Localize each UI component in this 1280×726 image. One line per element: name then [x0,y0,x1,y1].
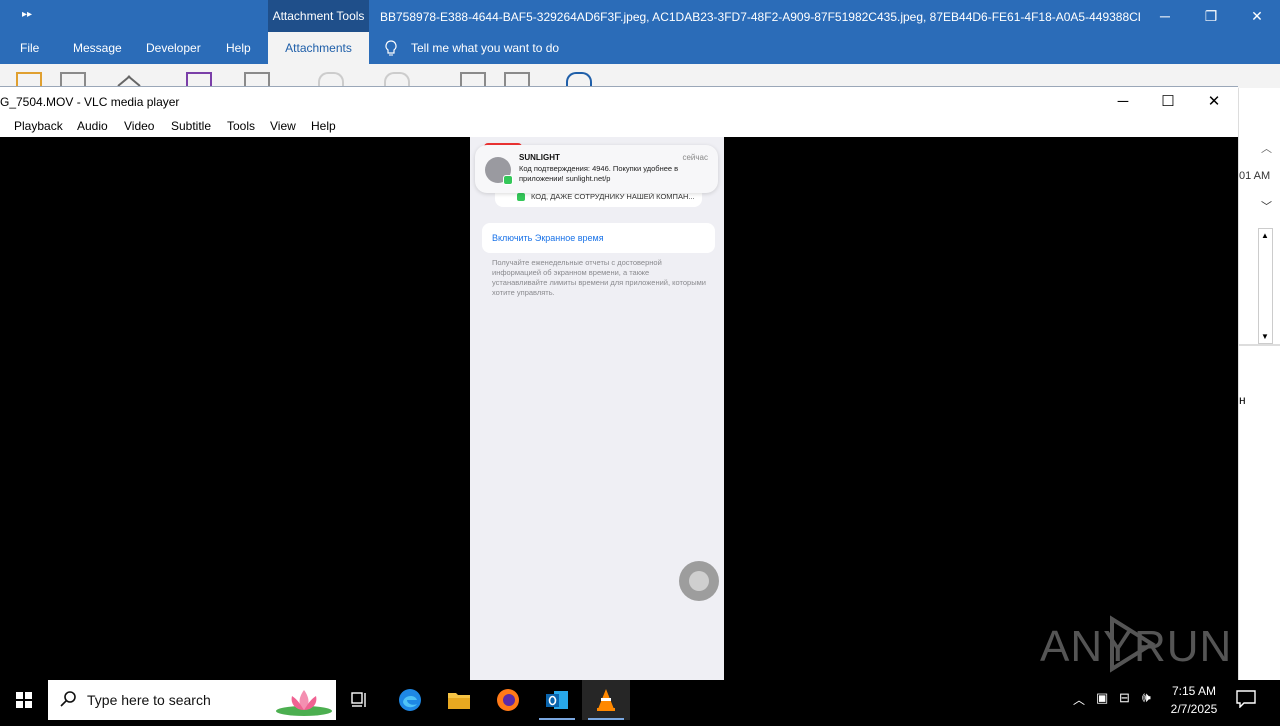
outlook-restore-button[interactable]: ❐ [1188,0,1234,32]
outlook-minimize-button[interactable]: ─ [1142,0,1188,32]
chevron-up-icon[interactable]: ︿ [1261,140,1272,156]
menu-playback[interactable]: Playback [14,119,63,133]
vertical-scrollbar[interactable]: ▲ ▼ [1258,228,1273,344]
tab-file[interactable]: File [20,32,39,65]
phone-screen-recording: КОД, ДАЖЕ СОТРУДНИКУ НАШЕЙ КОМПАН... SUN… [470,137,724,680]
tab-help[interactable]: Help [226,32,251,65]
vlc-close-button[interactable]: ✕ [1191,88,1237,116]
notification-time: сейчас [682,153,708,162]
assistive-touch-icon [679,561,719,601]
outlook-taskbar-icon[interactable] [533,680,581,720]
vlc-video-area[interactable]: КОД, ДАЖЕ СОТРУДНИКУ НАШЕЙ КОМПАН... SUN… [0,137,1238,680]
enable-screen-time-label: Включить Экранное время [492,233,604,243]
edge-browser-icon[interactable] [386,680,434,720]
screen-time-description: Получайте еженедельные отчеты с достовер… [492,258,706,297]
vlc-minimize-button[interactable]: ─ [1100,88,1146,116]
menu-tools[interactable]: Tools [227,119,255,133]
windows-taskbar: Type here to search ︿ ▣ ⊟ 🕪 7:15 AM 2/7/… [0,680,1280,720]
outlook-reading-pane-edge: ︿ 01 AM ﹀ ▲ ▼ н [1238,88,1280,688]
network-icon[interactable]: ⊟ [1119,690,1130,706]
tab-developer[interactable]: Developer [146,32,201,65]
scroll-up-icon[interactable]: ▲ [1261,231,1269,240]
text-fragment: н [1239,393,1246,407]
windows-logo-icon [16,692,32,708]
messages-badge-icon [503,175,513,185]
start-button[interactable] [0,680,48,720]
outlook-window-title: BB758978-E388-4644-BAF5-329264AD6F3F.jpe… [380,10,1140,24]
vlc-maximize-button[interactable]: ☐ [1145,88,1191,116]
menu-subtitle[interactable]: Subtitle [171,119,211,133]
received-time-fragment: 01 AM [1239,170,1271,182]
search-placeholder: Type here to search [87,692,211,708]
tab-attachments[interactable]: Attachments [268,32,369,64]
divider [1239,344,1280,346]
svg-text:RUN: RUN [1134,622,1232,671]
enable-screen-time-row: Включить Экранное время [482,223,715,253]
outlook-ribbon-tabs: File Message Developer Help Attachments … [0,32,1280,64]
chevron-up-icon[interactable]: ︿ [1073,691,1085,708]
tab-message[interactable]: Message [73,32,122,65]
notification-message: Код подтверждения: 4946. Покупки удобнее… [519,164,679,183]
anyrun-watermark-logo: ANY RUN [1040,613,1235,680]
firefox-icon[interactable] [484,680,532,720]
lotus-search-highlight-icon [276,690,332,716]
search-icon [60,690,78,713]
outlook-titlebar: ▸▸ Attachment Tools BB758978-E388-4644-B… [0,0,1280,32]
task-view-icon[interactable] [336,680,384,720]
volume-icon[interactable]: 🕪 [1142,689,1151,706]
notification-center-icon[interactable] [1236,690,1258,710]
quick-access-overflow-icon[interactable]: ▸▸ [22,9,32,20]
file-explorer-icon[interactable] [435,680,483,720]
menu-video[interactable]: Video [124,119,154,133]
menu-audio[interactable]: Audio [77,119,108,133]
tell-me-search[interactable]: Tell me what you want to do [411,32,559,65]
outlook-close-button[interactable]: ✕ [1234,0,1280,32]
clock-date[interactable]: 2/7/2025 [1170,702,1218,716]
taskbar-search-box[interactable]: Type here to search [48,680,336,720]
menu-view[interactable]: View [270,119,296,133]
meet-now-icon[interactable]: ▣ [1096,690,1108,706]
notification-sender: SUNLIGHT [519,153,560,162]
menu-help[interactable]: Help [311,119,336,133]
vlc-titlebar: G_7504.MOV - VLC media player ─ ☐ ✕ [0,86,1238,116]
sms-notification-banner: SUNLIGHT сейчас Код подтверждения: 4946.… [475,145,718,193]
vlc-window-title: G_7504.MOV - VLC media player [0,95,180,109]
vlc-taskbar-icon[interactable] [582,680,630,720]
chevron-down-icon[interactable]: ﹀ [1261,198,1272,214]
clock-time[interactable]: 7:15 AM [1170,684,1218,698]
checkbox-icon [517,193,525,201]
underlying-text: КОД, ДАЖЕ СОТРУДНИКУ НАШЕЙ КОМПАН... [531,192,695,201]
outlook-ribbon-commands [0,64,1280,88]
scroll-down-icon[interactable]: ▼ [1261,332,1269,341]
vlc-menubar: Playback Audio Video Subtitle Tools View… [0,116,1238,137]
attachment-tools-context-tab: Attachment Tools [268,0,369,32]
